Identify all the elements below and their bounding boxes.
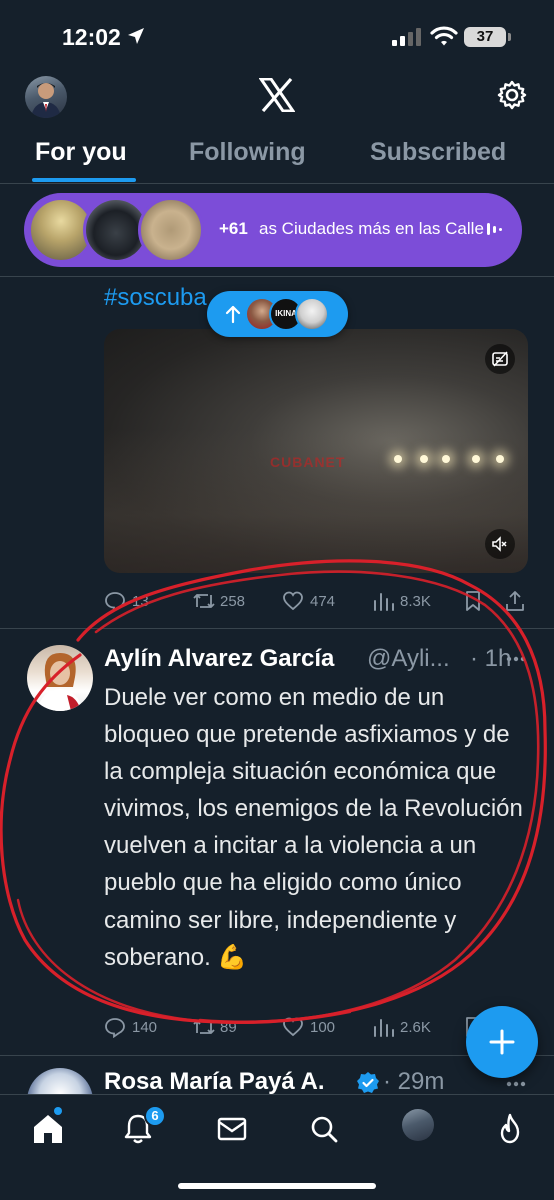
home-indicator-bar bbox=[178, 1183, 376, 1189]
author-name[interactable]: Aylín Alvarez García bbox=[104, 645, 334, 673]
reply-icon bbox=[105, 592, 125, 612]
verified-badge-icon bbox=[357, 1072, 379, 1093]
x-logo-icon[interactable] bbox=[259, 78, 295, 112]
cellular-signal-icon bbox=[392, 28, 421, 46]
divider bbox=[0, 628, 554, 629]
view-count: 8.3K bbox=[400, 593, 431, 610]
battery-indicator: 37 bbox=[464, 27, 506, 47]
arrow-up-icon bbox=[225, 305, 241, 324]
flame-icon[interactable] bbox=[492, 1111, 528, 1147]
live-space-bar[interactable]: +61 as Ciudades más en las Calles bbox=[24, 193, 522, 267]
tab-following[interactable]: Following bbox=[189, 138, 306, 167]
share-button[interactable] bbox=[504, 588, 528, 616]
captions-icon bbox=[492, 351, 508, 367]
wifi-icon bbox=[430, 26, 458, 46]
avatar-person-icon bbox=[31, 83, 61, 118]
reply-button[interactable]: 13 bbox=[104, 588, 174, 616]
new-posts-pill[interactable]: IKINA bbox=[207, 291, 348, 337]
profile-avatar[interactable] bbox=[25, 76, 67, 118]
tweet-text: Duele ver como en medio de un bloqueo qu… bbox=[104, 684, 523, 971]
bookmark-button[interactable] bbox=[462, 588, 486, 616]
repost-icon bbox=[193, 1020, 215, 1034]
active-tab-indicator bbox=[32, 178, 136, 182]
space-title: as Ciudades más en las Calles bbox=[259, 219, 484, 238]
repost-button[interactable]: 89 bbox=[192, 1014, 262, 1042]
heart-icon bbox=[283, 591, 303, 611]
like-count: 474 bbox=[310, 593, 336, 610]
timeline-tabs: For you Following Subscribed bbox=[0, 130, 554, 184]
space-host-avatar bbox=[138, 197, 204, 263]
views-button[interactable]: 8.3K bbox=[372, 588, 442, 616]
location-arrow-icon bbox=[128, 28, 144, 44]
bookmark-icon bbox=[466, 591, 480, 611]
video-watermark: CUBANET bbox=[270, 454, 346, 470]
reply-count: 13 bbox=[132, 593, 149, 610]
author-avatar[interactable] bbox=[27, 645, 93, 711]
video-haze bbox=[104, 429, 528, 573]
reply-count: 140 bbox=[132, 1019, 158, 1036]
tweet-actions: 13 258 474 8.3K bbox=[104, 588, 528, 616]
new-post-avatar bbox=[295, 297, 329, 331]
repost-count: 258 bbox=[220, 593, 246, 610]
clock: 12:02 bbox=[62, 24, 121, 50]
hashtag-link[interactable]: #soscuba bbox=[104, 284, 207, 312]
space-listener-count: +61 bbox=[219, 219, 248, 238]
like-button[interactable]: 100 bbox=[282, 1014, 352, 1042]
plus-icon bbox=[489, 1029, 515, 1055]
views-chart-icon bbox=[374, 1019, 394, 1037]
notification-count-badge: 6 bbox=[144, 1105, 166, 1127]
mute-button[interactable] bbox=[485, 529, 515, 559]
search-icon[interactable] bbox=[306, 1111, 342, 1147]
like-button[interactable]: 474 bbox=[282, 588, 352, 616]
compose-post-button[interactable] bbox=[466, 1006, 538, 1078]
envelope-icon[interactable] bbox=[214, 1111, 250, 1147]
tweet-video[interactable]: CUBANET bbox=[104, 329, 528, 573]
video-lights bbox=[394, 455, 514, 469]
caption-toggle-button[interactable] bbox=[485, 344, 515, 374]
speaker-muted-icon bbox=[492, 536, 507, 552]
avatar-person-icon bbox=[37, 653, 83, 711]
nav-profile-avatar[interactable] bbox=[402, 1109, 434, 1141]
repost-icon bbox=[193, 594, 215, 608]
status-bar: 12:02 37 bbox=[0, 0, 554, 70]
top-bar bbox=[0, 70, 554, 130]
views-button[interactable]: 2.6K bbox=[372, 1014, 442, 1042]
tweet-actions: 140 89 100 2.6K bbox=[104, 1014, 528, 1042]
share-icon bbox=[506, 591, 524, 611]
home-icon[interactable] bbox=[30, 1111, 66, 1147]
heart-icon bbox=[283, 1017, 303, 1037]
tweet-timestamp[interactable]: · 29m bbox=[383, 1068, 444, 1096]
reply-icon bbox=[105, 1018, 125, 1038]
repost-button[interactable]: 258 bbox=[192, 588, 262, 616]
more-options-icon[interactable] bbox=[506, 1080, 526, 1088]
author-handle[interactable]: @Ayli... bbox=[367, 645, 450, 673]
tab-for-you[interactable]: For you bbox=[35, 138, 127, 167]
view-count: 2.6K bbox=[400, 1019, 431, 1036]
home-new-indicator bbox=[54, 1107, 62, 1115]
tab-subscribed[interactable]: Subscribed bbox=[370, 138, 506, 167]
battery-tip bbox=[508, 33, 511, 41]
gear-icon[interactable] bbox=[497, 80, 527, 110]
more-options-icon[interactable] bbox=[506, 655, 526, 663]
repost-count: 89 bbox=[220, 1019, 237, 1036]
audio-wave-icon bbox=[487, 223, 502, 235]
reply-button[interactable]: 140 bbox=[104, 1014, 174, 1042]
like-count: 100 bbox=[310, 1019, 336, 1036]
divider bbox=[0, 276, 554, 277]
views-chart-icon bbox=[374, 593, 394, 611]
author-name[interactable]: Rosa María Payá A. bbox=[104, 1068, 325, 1096]
